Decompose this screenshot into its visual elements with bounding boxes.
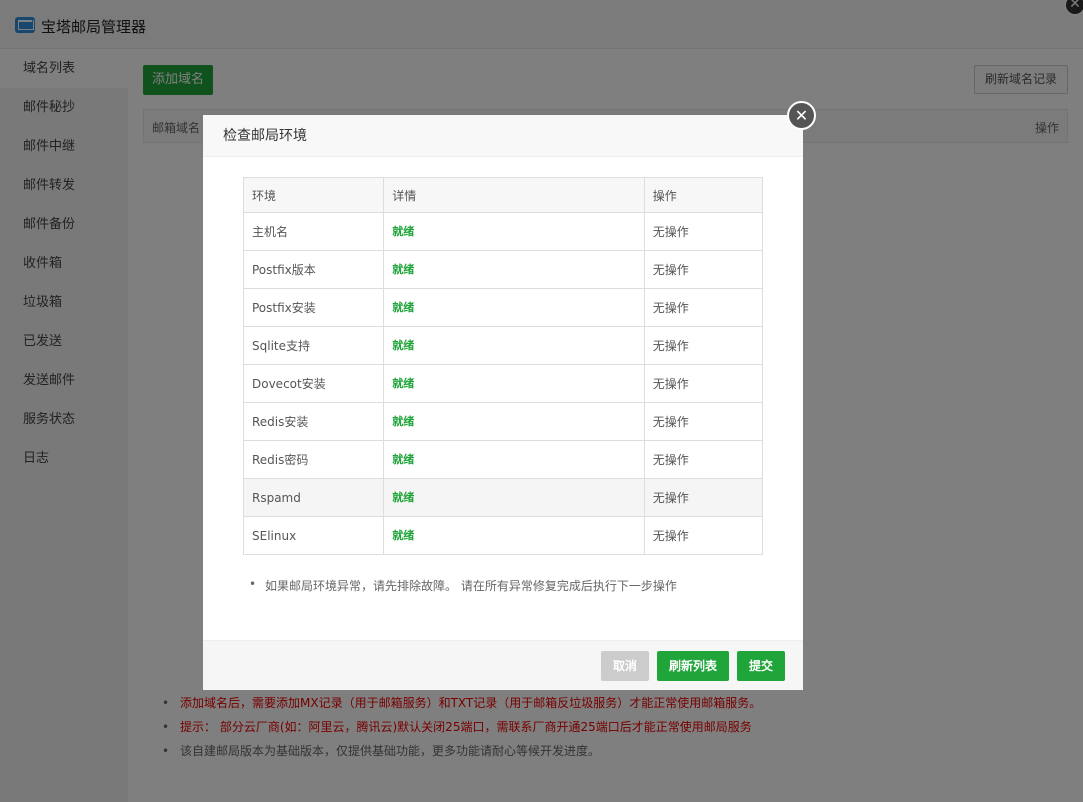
env-operation: 无操作 — [643, 326, 764, 365]
table-row: Sqlite支持 就绪 无操作 — [242, 326, 764, 365]
table-row: Postfix安装 就绪 无操作 — [242, 288, 764, 327]
env-operation: 无操作 — [643, 402, 764, 441]
env-operation: 无操作 — [643, 478, 764, 517]
env-status: 就绪 — [383, 364, 645, 403]
check-environment-dialog: 检查邮局环境 ✕ 环境 详情 操作 主机名 就绪 无操作 Postfix版本 就… — [203, 101, 816, 690]
table-row: Redis密码 就绪 无操作 — [242, 440, 764, 479]
env-operation: 无操作 — [643, 250, 764, 289]
env-name: Rspamd — [242, 478, 385, 517]
env-name: Dovecot安装 — [242, 364, 385, 403]
table-row: Dovecot安装 就绪 无操作 — [242, 364, 764, 403]
dialog-footer: 取消 刷新列表 提交 — [203, 640, 803, 690]
env-status: 就绪 — [383, 326, 645, 365]
dialog-tip: 如果邮局环境异常，请先排除故障。 请在所有异常修复完成后执行下一步操作 — [249, 577, 677, 594]
env-name: Postfix安装 — [242, 288, 385, 327]
env-name: Redis安装 — [242, 402, 385, 441]
env-name: SElinux — [242, 516, 385, 555]
env-operation: 无操作 — [643, 516, 764, 555]
env-name: Redis密码 — [242, 440, 385, 479]
table-row: Rspamd 就绪 无操作 — [242, 478, 764, 517]
env-operation: 无操作 — [643, 364, 764, 403]
dialog-title: 检查邮局环境 — [203, 115, 803, 157]
table-row: SElinux 就绪 无操作 — [242, 516, 764, 555]
env-operation: 无操作 — [643, 212, 764, 251]
env-status: 就绪 — [383, 478, 645, 517]
env-status: 就绪 — [383, 440, 645, 479]
dialog-close-icon[interactable]: ✕ — [787, 101, 816, 130]
env-operation: 无操作 — [643, 440, 764, 479]
table-row: Redis安装 就绪 无操作 — [242, 402, 764, 441]
submit-button[interactable]: 提交 — [737, 651, 785, 681]
cancel-button[interactable]: 取消 — [601, 651, 649, 681]
env-name: Postfix版本 — [242, 250, 385, 289]
table-row: Postfix版本 就绪 无操作 — [242, 250, 764, 289]
env-operation: 无操作 — [643, 288, 764, 327]
column-header-op: 操作 — [643, 177, 764, 213]
column-header-detail: 详情 — [383, 177, 645, 213]
env-status: 就绪 — [383, 212, 645, 251]
column-header-env: 环境 — [242, 177, 385, 213]
env-status: 就绪 — [383, 250, 645, 289]
env-name: Sqlite支持 — [242, 326, 385, 365]
table-row: 主机名 就绪 无操作 — [242, 212, 764, 251]
env-status: 就绪 — [383, 402, 645, 441]
environment-table: 环境 详情 操作 主机名 就绪 无操作 Postfix版本 就绪 无操作 Pos… — [242, 177, 764, 555]
env-name: 主机名 — [242, 212, 385, 251]
env-status: 就绪 — [383, 516, 645, 555]
refresh-list-button[interactable]: 刷新列表 — [657, 651, 729, 681]
env-status: 就绪 — [383, 288, 645, 327]
table-header-row: 环境 详情 操作 — [242, 177, 764, 213]
